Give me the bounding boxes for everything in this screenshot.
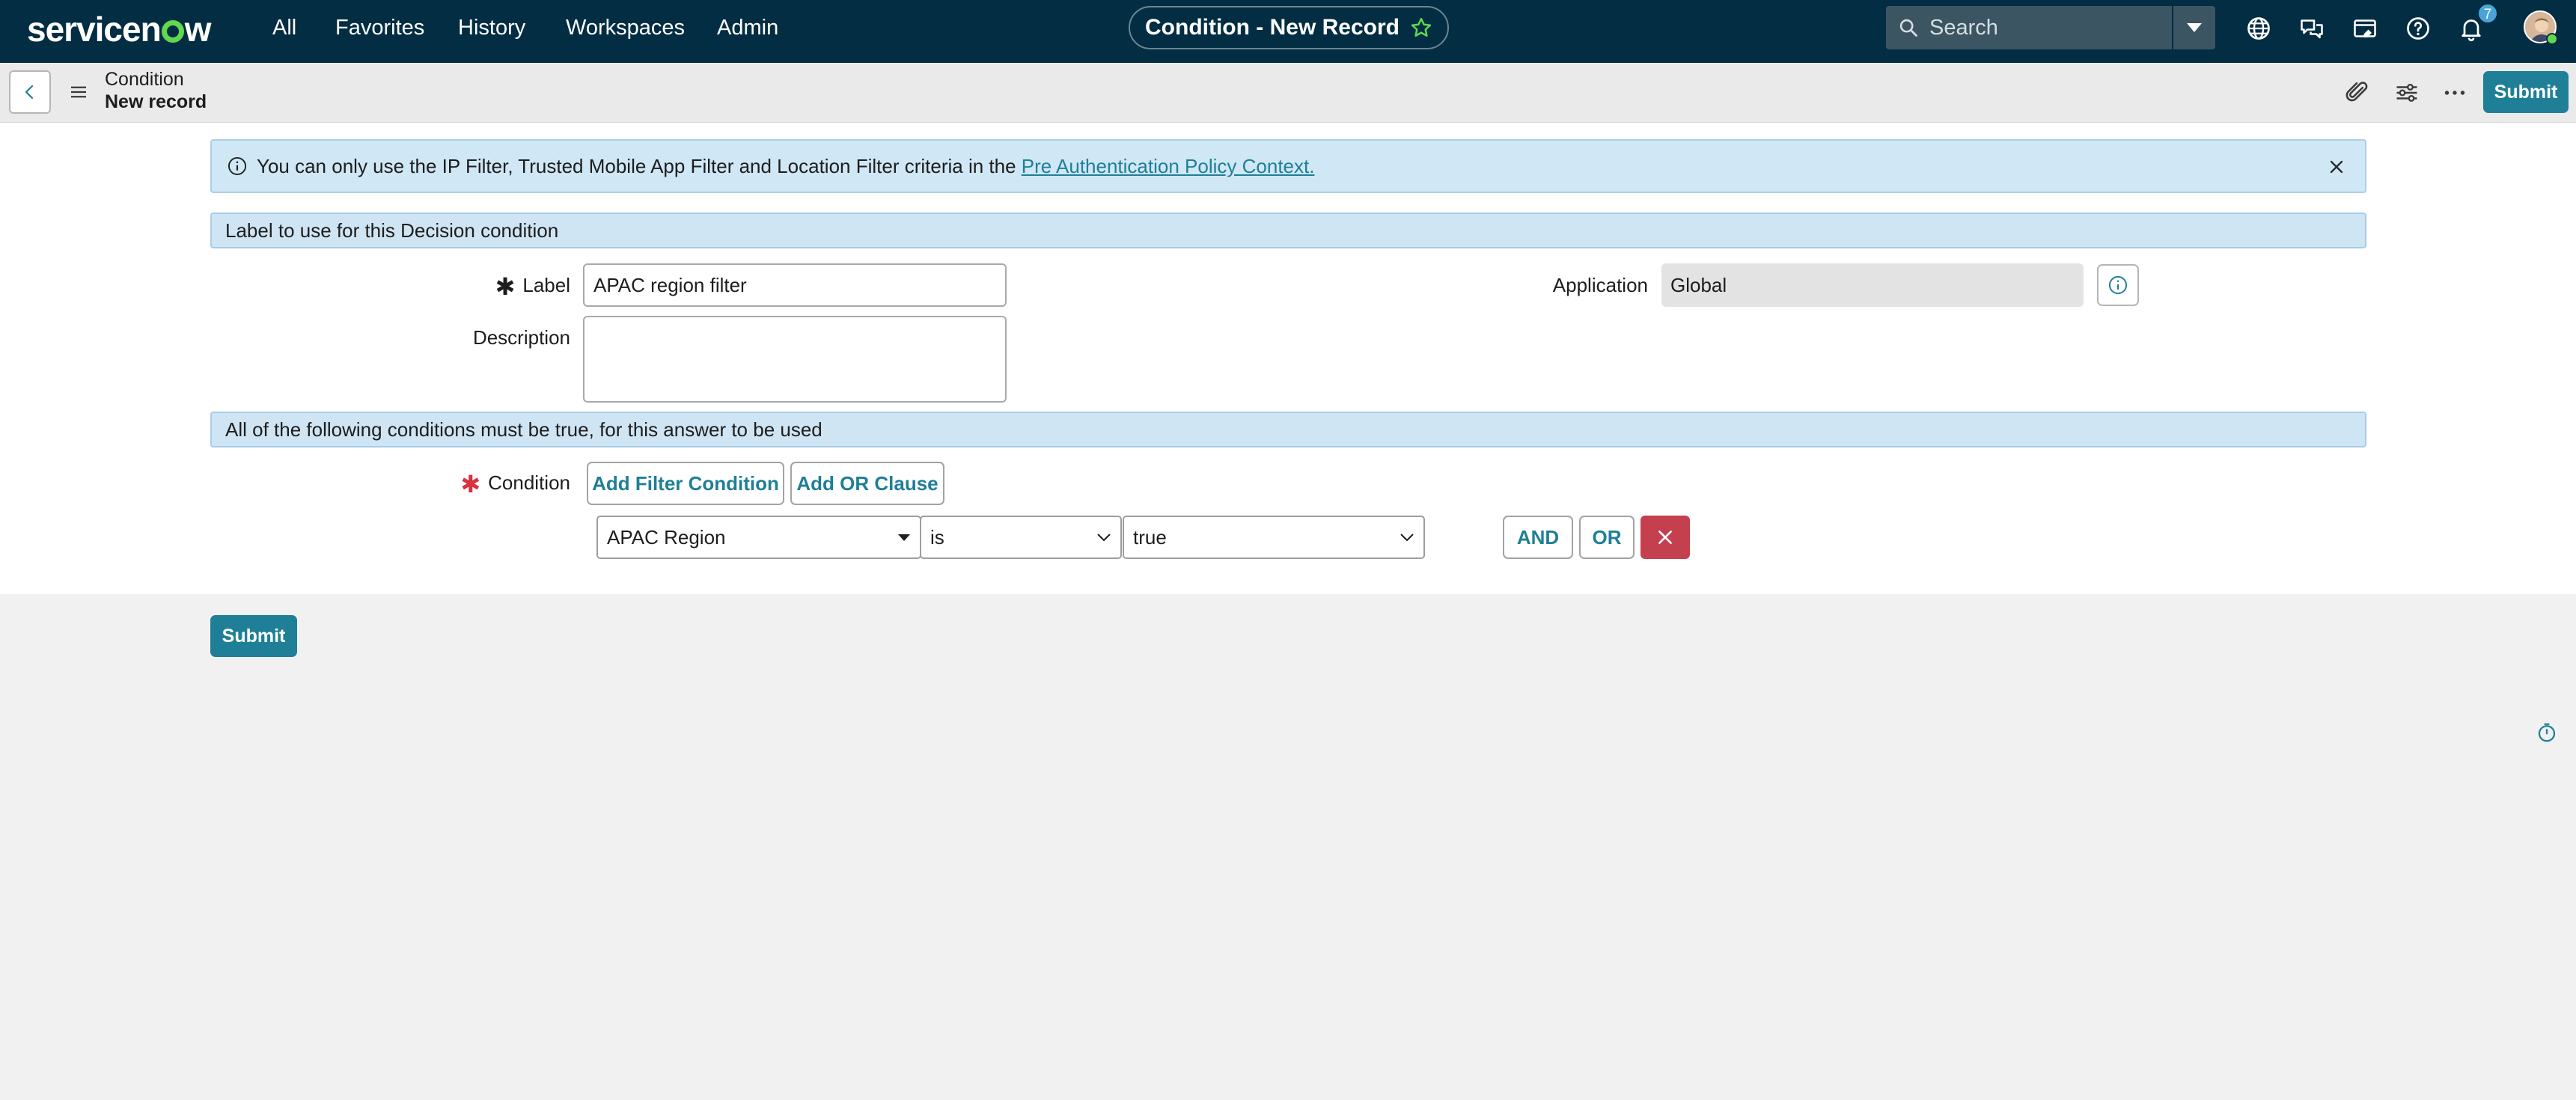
info-banner-message: You can only use the IP Filter, Trusted … <box>257 155 1314 178</box>
nav-all[interactable]: All <box>272 15 296 40</box>
top-navigation-bar: servicen w All Favorites History Workspac… <box>0 0 2576 63</box>
or-condition-button[interactable]: OR <box>1579 516 1635 559</box>
delete-condition-button[interactable] <box>1640 516 1690 559</box>
timer-icon[interactable] <box>2536 721 2558 744</box>
nav-favorites[interactable]: Favorites <box>335 15 424 40</box>
more-options-icon[interactable] <box>2441 79 2468 106</box>
condition-field-label: ✱ Condition <box>460 471 570 498</box>
filter-operator-select[interactable]: is <box>920 516 1122 559</box>
application-value: Global <box>1661 263 2084 307</box>
label-field-label-text: Label <box>522 274 570 296</box>
description-textarea[interactable] <box>583 316 1007 403</box>
required-asterisk-icon: ✱ <box>460 471 481 498</box>
pre-auth-policy-link[interactable]: Pre Authentication Policy Context. <box>1022 155 1315 177</box>
label-field-label: ✱ Label <box>495 273 570 300</box>
record-header: Condition New record Submit <box>0 63 2576 123</box>
info-icon <box>228 156 247 176</box>
search-input[interactable] <box>1929 15 2154 40</box>
nav-workspaces[interactable]: Workspaces <box>566 15 685 40</box>
record-subtitle: New record <box>105 91 207 112</box>
back-button[interactable] <box>9 70 51 114</box>
favorite-star-icon[interactable] <box>1410 16 1432 39</box>
page-title: Condition - New Record <box>1145 15 1400 40</box>
hamburger-menu-icon[interactable] <box>67 81 90 103</box>
info-banner: You can only use the IP Filter, Trusted … <box>210 139 2366 193</box>
sticky-note-icon[interactable] <box>2351 15 2378 42</box>
search-icon <box>1899 19 1917 37</box>
chevron-down-icon <box>1400 534 1414 542</box>
conditions-section-header: All of the following conditions must be … <box>210 412 2366 447</box>
filter-value-text: true <box>1133 526 1167 549</box>
online-status-indicator <box>2546 33 2558 45</box>
notification-count-badge: 7 <box>2477 3 2498 24</box>
required-asterisk-icon: ✱ <box>495 273 516 300</box>
caret-down-icon <box>2187 23 2202 32</box>
chevron-down-icon <box>1097 534 1111 542</box>
help-icon[interactable] <box>2405 15 2432 42</box>
servicenow-logo[interactable]: servicen w <box>27 7 211 51</box>
sliders-icon[interactable] <box>2393 79 2420 106</box>
add-filter-condition-button[interactable]: Add Filter Condition <box>587 462 784 505</box>
form-body: You can only use the IP Filter, Trusted … <box>0 123 2576 594</box>
chat-icon[interactable] <box>2298 15 2325 42</box>
nav-admin[interactable]: Admin <box>717 15 778 40</box>
label-input[interactable] <box>583 263 1007 307</box>
close-icon[interactable] <box>2326 156 2347 177</box>
page-title-pill: Condition - New Record <box>1129 6 1449 49</box>
label-section-header: Label to use for this Decision condition <box>210 213 2366 248</box>
header-submit-button[interactable]: Submit <box>2483 71 2569 113</box>
filter-field-value: APAC Region <box>607 526 726 549</box>
filter-field-select[interactable]: APAC Region <box>596 516 921 559</box>
and-condition-button[interactable]: AND <box>1503 516 1573 559</box>
record-title: Condition <box>105 69 184 90</box>
condition-field-label-text: Condition <box>488 471 570 494</box>
nav-history[interactable]: History <box>458 15 525 40</box>
info-circle-icon <box>2108 275 2128 295</box>
add-or-clause-button[interactable]: Add OR Clause <box>790 462 944 505</box>
application-field-label: Application <box>1552 274 1648 296</box>
global-search[interactable] <box>1886 6 2172 49</box>
filter-value-select[interactable]: true <box>1123 516 1425 559</box>
caret-down-icon <box>898 534 910 541</box>
filter-operator-value: is <box>930 526 944 549</box>
paperclip-icon[interactable] <box>2344 79 2371 106</box>
info-banner-text: You can only use the IP Filter, Trusted … <box>257 154 1022 177</box>
search-scope-dropdown[interactable] <box>2173 6 2215 49</box>
close-icon <box>1658 531 1672 544</box>
description-field-label: Description <box>472 326 570 349</box>
chevron-left-icon <box>25 85 34 100</box>
form-submit-button[interactable]: Submit <box>210 615 297 657</box>
globe-icon[interactable] <box>2245 15 2272 42</box>
application-info-button[interactable] <box>2097 264 2139 306</box>
